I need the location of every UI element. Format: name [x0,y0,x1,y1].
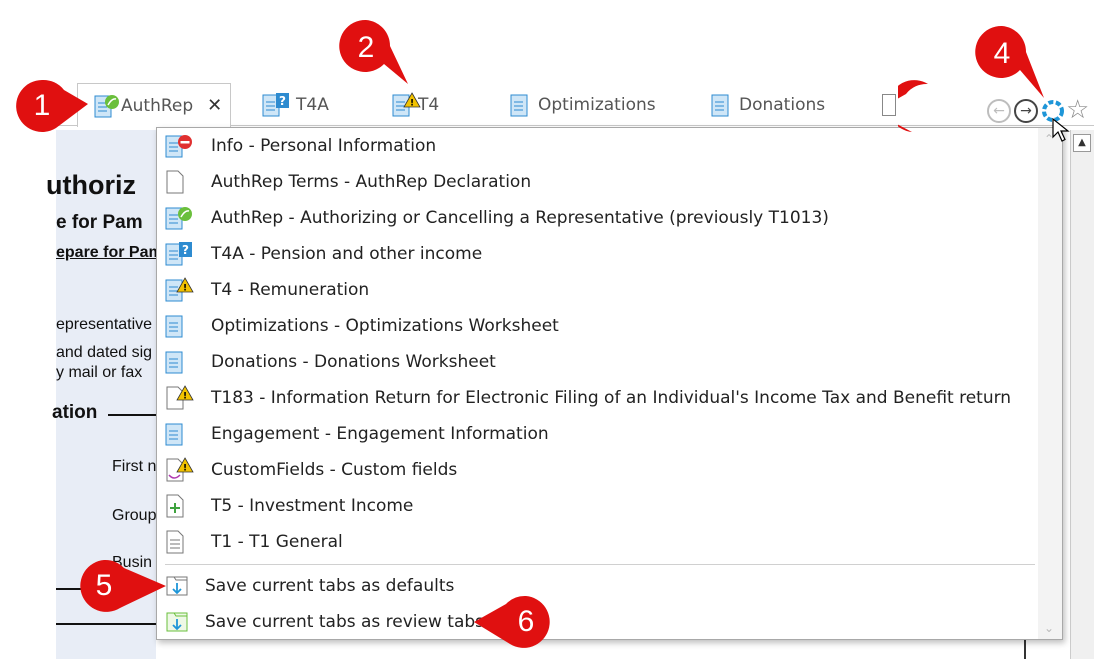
dropdown-item-authrep-terms[interactable]: AuthRep Terms - AuthRep Declaration [165,164,1035,200]
warning-blank-doc-icon: ! [165,385,194,411]
doc-icon [711,92,733,118]
callout-4: 4 [972,24,1044,99]
document-line-3: y mail or fax [56,364,143,381]
callout-number: 5 [95,569,113,602]
callout-number: 6 [517,605,535,638]
tab-t4a[interactable]: ? T4A [262,84,329,126]
tab-label: Donations [739,95,826,115]
doc-icon [165,421,187,447]
back-button[interactable]: ← [987,99,1011,123]
dropdown-item-customfields[interactable]: ! CustomFields - Custom fields [165,452,1035,488]
document-rule-2 [56,623,156,625]
dropdown-item-t4a[interactable]: ? T4A - Pension and other income [165,236,1035,272]
tab-optimizations[interactable]: Optimizations [510,84,656,126]
tab-label: AuthRep [121,95,194,116]
warning-doc-icon: ! [165,277,194,303]
save-review-label: Save current tabs as review tabs [205,612,485,632]
save-defaults-button[interactable]: Save current tabs as defaults [165,568,1035,604]
tab-label: T4A [296,95,329,115]
tab-overflow-partial[interactable] [882,84,896,126]
dropdown-item-t4[interactable]: ! T4 - Remuneration [165,272,1035,308]
dropdown-item-label: T5 - Investment Income [211,496,414,516]
forward-button[interactable]: → [1014,99,1038,123]
dropdown-item-optimizations[interactable]: Optimizations - Optimizations Worksheet [165,308,1035,344]
dropdown-scrollbar[interactable]: ⌃ ⌄ [1038,128,1062,639]
doc-icon [165,349,187,375]
document-scrollbar[interactable]: ▲ [1070,130,1094,659]
save-review-button[interactable]: Save current tabs as review tabs [165,604,1035,640]
callout-number: 1 [33,89,51,122]
close-tab-icon[interactable]: ✕ [207,95,222,116]
section-rule [108,414,158,416]
save-defaults-label: Save current tabs as defaults [205,576,455,596]
dropdown-item-label: CustomFields - Custom fields [211,460,458,480]
callout-5: 5 [74,556,166,616]
authrep-leaf-icon [165,205,192,231]
plus-doc-icon [165,493,187,519]
tab-donations[interactable]: Donations [711,84,825,126]
dropdown-item-engagement[interactable]: Engagement - Engagement Information [165,416,1035,452]
field-first-name-label: First n [112,458,157,475]
svg-text:?: ? [279,94,286,108]
callout-number: 2 [357,31,375,64]
dropdown-item-label: AuthRep - Authorizing or Cancelling a Re… [211,208,829,228]
lined-doc-icon [165,529,187,555]
scroll-up-arrow-icon[interactable]: ▲ [1073,134,1091,152]
dropdown-item-label: Optimizations - Optimizations Worksheet [211,316,559,336]
dropdown-item-donations[interactable]: Donations - Donations Worksheet [165,344,1035,380]
document-subheading: e for Pam [56,212,143,233]
svg-text:!: ! [183,392,187,402]
document-line-1: epresentative [56,316,153,333]
question-doc-icon: ? [262,92,289,118]
callout-number: 4 [993,37,1011,70]
dropdown-item-label: T183 - Information Return for Electronic… [211,388,1012,408]
callout-1: 1 [12,76,88,136]
blank-doc-icon [165,169,187,195]
document-line-2: and dated sig [56,344,153,361]
dropdown-item-label: T4A - Pension and other income [211,244,483,264]
svg-text:?: ? [182,243,189,257]
svg-text:!: ! [183,464,187,474]
question-doc-icon: ? [165,241,192,267]
document-section-title: ation [52,402,98,423]
dropdown-item-label: T4 - Remuneration [211,280,370,300]
tab-list-dropdown: ⌃ ⌄ Info - Personal Information AuthRep … [156,127,1063,640]
stop-doc-icon [165,133,192,159]
doc-icon [510,92,532,118]
dropdown-scroll-down-icon[interactable]: ⌄ [1044,621,1054,635]
dropdown-separator [165,564,1035,565]
dropdown-item-t1[interactable]: T1 - T1 General [165,524,1035,560]
warning-doc-icon: ! [392,92,421,118]
svg-text:!: ! [410,99,414,109]
dropdown-item-authrep[interactable]: AuthRep - Authorizing or Cancelling a Re… [165,200,1035,236]
custom-warning-doc-icon: ! [165,457,194,483]
mouse-cursor-icon [1052,118,1070,142]
callout-3: 3 [898,80,958,140]
document-subheading-2: epare for Pam [56,244,163,261]
field-group-label: Group [112,507,157,524]
document-heading: uthoriz [46,170,136,200]
svg-text:!: ! [183,284,187,294]
dropdown-item-t5[interactable]: T5 - Investment Income [165,488,1035,524]
dropdown-item-label: T1 - T1 General [211,532,343,552]
tab-t4[interactable]: ! T4 [392,84,439,126]
dropdown-item-label: Info - Personal Information [211,136,437,156]
callout-number: 3 [919,93,937,126]
dropdown-item-label: Engagement - Engagement Information [211,424,549,444]
doc-icon [165,313,187,339]
callout-2: 2 [336,18,408,85]
callout-6: 6 [474,592,556,652]
dropdown-item-t183[interactable]: ! T183 - Information Return for Electron… [165,380,1035,416]
dropdown-item-label: Donations - Donations Worksheet [211,352,496,372]
blank-doc-icon [882,94,896,116]
dropdown-item-label: AuthRep Terms - AuthRep Declaration [211,172,532,192]
tab-label: Optimizations [538,95,656,115]
